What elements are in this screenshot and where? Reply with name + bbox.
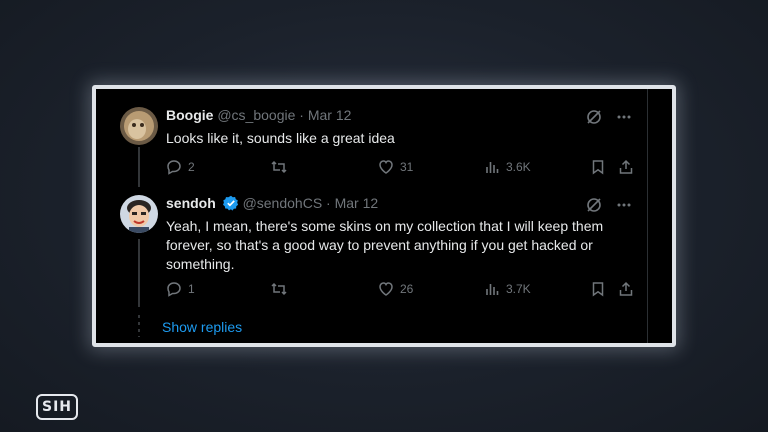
tweet-header: sendoh @sendohCS · Mar 12 (166, 195, 632, 214)
share-button[interactable] (618, 159, 634, 175)
views-count: 3.7K (506, 282, 531, 296)
views-button[interactable]: 3.7K (484, 281, 531, 297)
handle[interactable]: @cs_boogie (217, 107, 295, 123)
avatar[interactable] (120, 195, 158, 233)
reply-count: 1 (188, 282, 195, 296)
more-icon[interactable] (616, 197, 632, 218)
logo-text: SIH (41, 399, 72, 415)
like-icon (378, 159, 394, 175)
tweet-thread-card: Boogie @cs_boogie · Mar 12 Looks like it… (92, 85, 676, 347)
reply-icon (166, 281, 182, 297)
share-icon (618, 159, 634, 175)
share-button[interactable] (618, 281, 634, 297)
retweet-button[interactable] (270, 159, 294, 175)
thread-connector (138, 239, 140, 307)
tweet-text: Looks like it, sounds like a great idea (166, 130, 395, 146)
like-count: 26 (400, 282, 414, 296)
bookmark-button[interactable] (590, 281, 606, 297)
reply-icon (166, 159, 182, 175)
reply-button[interactable]: 1 (166, 281, 195, 297)
retweet-button[interactable] (270, 281, 294, 297)
views-count: 3.6K (506, 160, 531, 174)
grok-icon[interactable] (586, 197, 602, 218)
tweet-date[interactable]: Mar 12 (308, 107, 352, 123)
reply-button[interactable]: 2 (166, 159, 195, 175)
display-name[interactable]: sendoh (166, 195, 216, 211)
reply-count: 2 (188, 160, 195, 174)
bookmark-button[interactable] (590, 159, 606, 175)
tweet[interactable]: Boogie @cs_boogie · Mar 12 Looks like it… (96, 101, 672, 185)
like-icon (378, 281, 394, 297)
verified-icon (222, 195, 239, 214)
tweet-header: Boogie @cs_boogie · Mar 12 (166, 107, 632, 123)
show-replies-link[interactable]: Show replies (162, 319, 242, 335)
bookmark-icon (590, 281, 606, 297)
views-button[interactable]: 3.6K (484, 159, 531, 175)
grok-icon[interactable] (586, 109, 602, 130)
separator: · (326, 195, 331, 211)
share-icon (618, 281, 634, 297)
tweet-actions: 2 31 3.6K (166, 159, 634, 179)
tweet[interactable]: sendoh @sendohCS · Mar 12 Yeah, I mean, … (96, 187, 672, 307)
more-icon[interactable] (616, 109, 632, 130)
channel-logo: SIH (36, 394, 78, 420)
tweet-top-actions (586, 197, 632, 218)
thread-connector (138, 147, 140, 187)
bookmark-icon (590, 159, 606, 175)
thread-dots (138, 315, 140, 337)
tweet-actions: 1 26 3.7K (166, 281, 634, 301)
avatar[interactable] (120, 107, 158, 145)
tweet-text: Yeah, I mean, there's some skins on my c… (166, 218, 604, 272)
like-count: 31 (400, 160, 414, 174)
retweet-icon (270, 159, 288, 175)
handle[interactable]: @sendohCS (243, 195, 323, 211)
retweet-icon (270, 281, 288, 297)
tweet-date[interactable]: Mar 12 (335, 195, 379, 211)
like-button[interactable]: 31 (378, 159, 413, 175)
views-icon (484, 159, 500, 175)
like-button[interactable]: 26 (378, 281, 413, 297)
views-icon (484, 281, 500, 297)
display-name[interactable]: Boogie (166, 107, 213, 123)
tweet-top-actions (586, 109, 632, 130)
separator: · (299, 107, 304, 123)
